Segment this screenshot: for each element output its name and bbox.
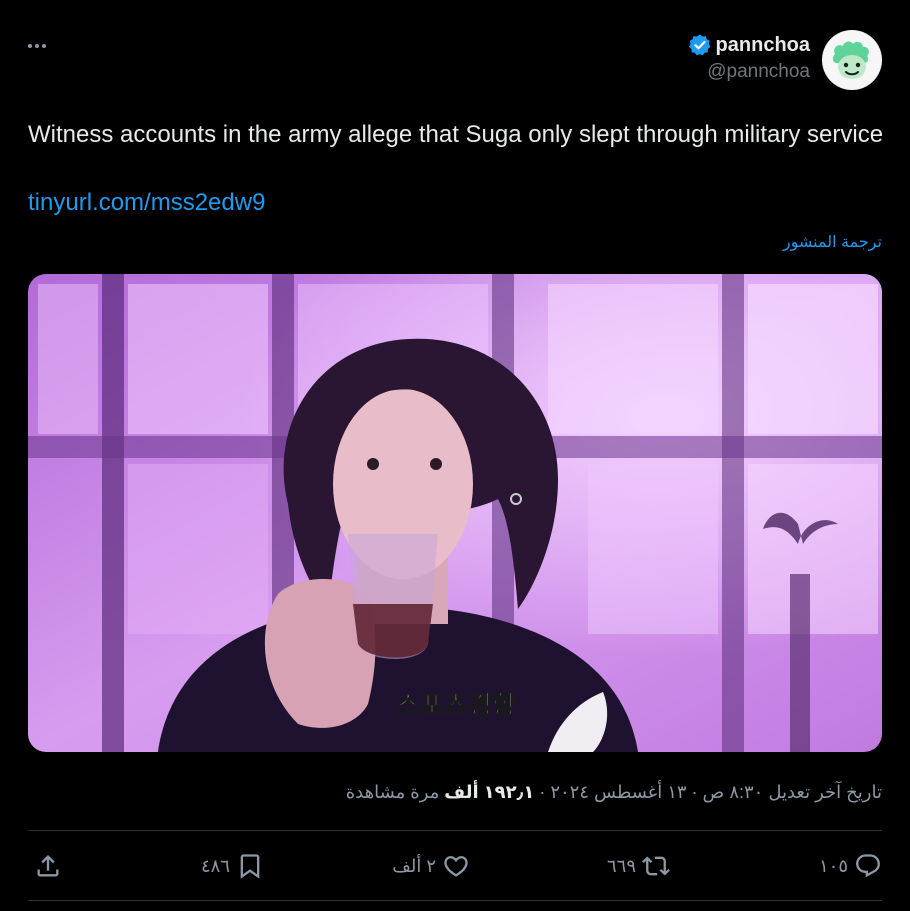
tweet-text: Witness accounts in the army allege that…: [28, 121, 884, 148]
views-count: ١٩٢٫١ ألف: [444, 782, 535, 802]
author-header: pannchoa @pannchoa: [688, 30, 882, 90]
photo-image: 스포츠경향: [28, 274, 882, 752]
edited-timestamp[interactable]: تاريخ آخر تعديل ٨:٣٠ ص · ١٣ أغسطس ٢٠٢٤ ·: [534, 782, 882, 802]
verified-badge-icon: [688, 34, 711, 56]
more-options-button[interactable]: [28, 36, 56, 56]
name-row: pannchoa: [688, 33, 810, 57]
reply-icon: [856, 854, 880, 878]
dot: [42, 44, 46, 48]
avatar-character-icon: [824, 32, 880, 88]
heart-icon: [444, 856, 468, 877]
repost-count: ٦٦٩: [606, 855, 636, 876]
reply-count: ١٠٥: [818, 855, 848, 876]
dot: [35, 44, 39, 48]
bookmark-icon: [240, 854, 260, 879]
bookmark-count: ٤٨٦: [200, 855, 230, 876]
tweet-link[interactable]: tinyurl.com/mss2edw9: [28, 189, 265, 217]
share-icon: [37, 855, 59, 877]
tweet-meta: تاريخ آخر تعديل ٨:٣٠ ص · ١٣ أغسطس ٢٠٢٤ ·…: [346, 782, 882, 803]
translate-post-link[interactable]: ترجمة المنشور: [783, 232, 882, 252]
author-handle[interactable]: @pannchoa: [688, 61, 810, 83]
media-watermark: 스포츠경향: [396, 691, 516, 721]
tweet-media-photo[interactable]: 스포츠경향: [28, 274, 882, 752]
tweet-actions: ١٠٥ ٦٦٩ ٢ ألف ٤٨٦: [28, 848, 882, 884]
repost-button[interactable]: ٦٦٩: [607, 848, 670, 884]
repost-icon: [642, 856, 670, 876]
avatar[interactable]: [822, 30, 882, 90]
author-text: pannchoa @pannchoa: [688, 30, 810, 83]
dot: [28, 44, 32, 48]
reply-button[interactable]: ١٠٥: [819, 848, 882, 884]
like-button[interactable]: ٢ ألف: [392, 848, 470, 884]
author-display-name[interactable]: pannchoa: [716, 34, 810, 57]
share-button[interactable]: [34, 848, 62, 884]
divider: [28, 830, 882, 831]
bookmark-button[interactable]: ٤٨٦: [201, 848, 264, 884]
views-label: مرة مشاهدة: [345, 782, 445, 802]
like-count: ٢ ألف: [392, 855, 436, 876]
divider: [28, 900, 882, 901]
